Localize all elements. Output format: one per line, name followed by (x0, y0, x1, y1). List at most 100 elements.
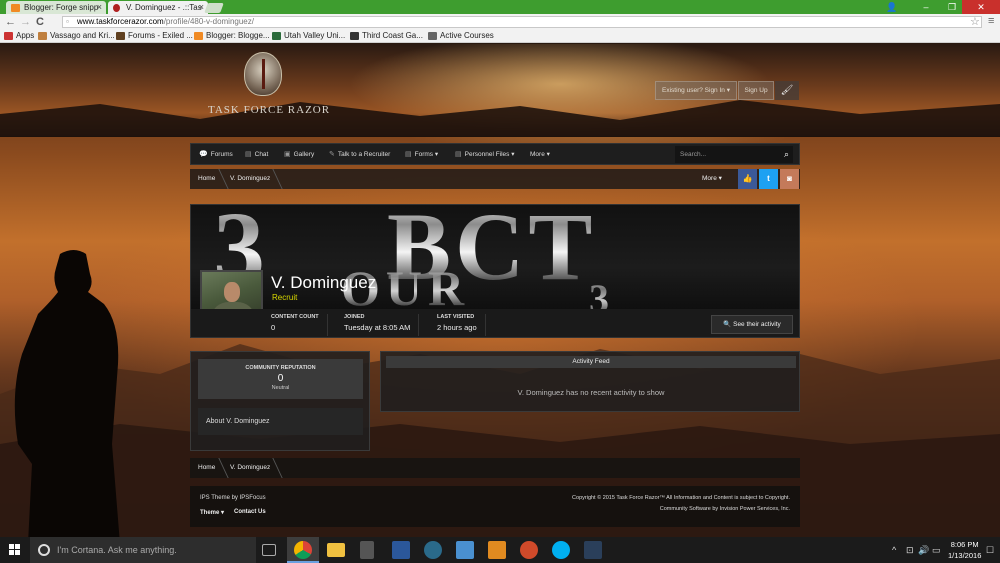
bookmark-star-icon[interactable]: ☆ (970, 15, 980, 28)
soldier-silhouette (14, 250, 120, 537)
site-footer: IPS Theme by IPSFocus Theme ▾ Contact Us… (190, 486, 800, 527)
maximize-button[interactable]: ❐ (940, 0, 964, 14)
app-icon-blue[interactable] (456, 541, 474, 559)
bookmark-item[interactable]: Blogger: Blogge... (194, 31, 270, 40)
nav-label: Personnel Files ▾ (464, 151, 515, 158)
nav-more[interactable]: More ▾ (530, 144, 550, 166)
nav-gallery[interactable]: ▣ Gallery (284, 144, 314, 166)
instagram-icon[interactable]: ◙ (780, 169, 799, 189)
cortana-icon (38, 544, 50, 556)
bookmarks-bar: Apps Vassago and Kri... Forums - Exiled … (0, 30, 1000, 43)
page-info-icon[interactable]: ▫ (66, 17, 69, 27)
tab-label: Blogger: Forge snipp (24, 3, 99, 12)
bookmark-item[interactable]: Third Coast Ga... (350, 31, 423, 40)
nav-talk-to-recruiter[interactable]: ✎ Talk to a Recruiter (329, 144, 390, 166)
nav-forms[interactable]: ▤ Forms ▾ (405, 144, 438, 166)
bookmark-label: Active Courses (440, 31, 494, 40)
bookmark-item[interactable]: Active Courses (428, 31, 494, 40)
address-toolbar: ← → C ▫ www.taskforcerazor.com/profile/4… (0, 14, 1000, 30)
bookmark-label: Vassago and Kri... (50, 31, 115, 40)
volume-icon[interactable]: 🔊 (918, 537, 929, 563)
word-icon[interactable] (392, 541, 410, 559)
site-logo-emblem[interactable] (244, 52, 282, 96)
back-icon[interactable]: ← (5, 16, 16, 28)
search-input[interactable]: Search... ⌕ (675, 146, 793, 163)
theme-credit[interactable]: IPS Theme by IPSFocus (200, 495, 266, 501)
minimize-button[interactable]: – (914, 0, 938, 14)
site-logo-text[interactable]: TASK FORCE RAZOR (208, 104, 330, 116)
app-icon-swirl[interactable] (424, 541, 442, 559)
stat-last-visited: LAST VISITED 2 hours ago (437, 314, 486, 336)
nav-chat[interactable]: ▤ Chat (245, 144, 268, 166)
contact-us-link[interactable]: Contact Us (234, 509, 266, 515)
blogger-icon (11, 4, 20, 12)
bookmark-label: Blogger: Blogge... (206, 31, 270, 40)
profile-icon[interactable]: 👤 (880, 0, 904, 14)
chat-icon: ▤ (245, 151, 252, 158)
steam-icon[interactable] (584, 541, 602, 559)
breadcrumb-bottom: Home V. Dominguez (190, 458, 800, 478)
more-menu-button[interactable]: More ▾ (702, 169, 722, 189)
cortana-search[interactable]: I'm Cortana. Ask me anything. (30, 537, 256, 563)
software-credit[interactable]: Community Software by Invision Power Ser… (660, 506, 790, 512)
task-view-icon[interactable] (262, 544, 276, 556)
search-icon[interactable]: ⌕ (784, 146, 789, 163)
forward-icon[interactable]: → (20, 16, 31, 28)
facebook-icon[interactable]: 👍 (738, 169, 757, 189)
stat-value: 2 hours ago (437, 323, 477, 332)
tab-close-icon[interactable]: × (97, 2, 102, 12)
see-activity-button[interactable]: 🔍 See their activity (711, 315, 793, 334)
browser-menu-icon[interactable]: ≡ (988, 15, 994, 27)
bookmark-icon (116, 32, 125, 40)
keyboard-icon[interactable]: ▭ (932, 537, 941, 563)
blogger-icon (194, 32, 203, 40)
breadcrumb-profile[interactable]: V. Dominguez (230, 458, 270, 478)
browser-tab-profile[interactable]: V. Dominguez - .::Tas × (108, 1, 208, 14)
nav-label: Talk to a Recruiter (337, 151, 391, 158)
twitter-icon[interactable]: t (759, 169, 778, 189)
skype-icon[interactable] (552, 541, 570, 559)
new-tab-button[interactable] (204, 3, 224, 13)
feed-title: Activity Feed (386, 356, 796, 368)
nav-label: Forms ▾ (414, 151, 439, 158)
tab-close-icon[interactable]: × (199, 2, 204, 12)
browser-tab-blogger[interactable]: Blogger: Forge snipp × (6, 1, 106, 14)
bookmark-icon (350, 32, 359, 40)
breadcrumb: Home V. Dominguez More ▾ 👍 t ◙ (190, 169, 800, 189)
notifications-icon[interactable]: ☐ (986, 537, 994, 563)
bookmark-item[interactable]: Forums - Exiled ... (116, 31, 193, 40)
reputation-status: Neutral (271, 385, 290, 391)
bookmark-icon (272, 32, 281, 40)
bookmark-item[interactable]: Vassago and Kri... (38, 31, 115, 40)
bookmark-apps[interactable]: Apps (4, 31, 34, 40)
sign-in-button[interactable]: Existing user? Sign In ▾ (655, 81, 737, 100)
breadcrumb-profile[interactable]: V. Dominguez (230, 169, 270, 189)
url-path: /profile/480-v-dominguez/ (163, 17, 254, 26)
tray-overflow-icon[interactable]: ^ (892, 537, 896, 563)
media-player-icon[interactable] (488, 541, 506, 559)
theme-selector-link[interactable]: Theme ▾ (200, 509, 224, 516)
start-button[interactable] (0, 537, 30, 563)
url-host: www.taskforcerazor.com (77, 17, 164, 26)
theme-brush-icon[interactable]: 🖌 (775, 81, 799, 100)
chrome-icon[interactable] (294, 541, 312, 559)
reload-icon[interactable]: C (36, 16, 44, 28)
about-user-link[interactable]: About V. Dominguez (198, 408, 363, 435)
profile-sidebar: COMMUNITY REPUTATION 0 Neutral About V. … (190, 351, 370, 451)
apps-icon (4, 32, 13, 40)
close-window-button[interactable]: ✕ (962, 0, 1000, 14)
tab-label: V. Dominguez - .::Tas (126, 3, 202, 12)
windows-logo-icon (9, 544, 21, 556)
app-icon-red[interactable] (520, 541, 538, 559)
url-bar[interactable]: ▫ www.taskforcerazor.com/profile/480-v-d… (62, 16, 982, 28)
network-icon[interactable]: ⊡ (906, 537, 914, 563)
sign-up-button[interactable]: Sign Up (738, 81, 774, 100)
system-clock[interactable]: 8:06 PM 1/13/2016 (948, 539, 981, 561)
stat-value: 0 (271, 323, 276, 332)
nav-forums[interactable]: 💬 Forums (199, 144, 233, 166)
header-mountains (0, 100, 1000, 137)
nav-personnel-files[interactable]: ▤ Personnel Files ▾ (455, 144, 515, 166)
file-explorer-icon[interactable] (327, 543, 345, 557)
calculator-icon[interactable] (360, 541, 374, 559)
bookmark-item[interactable]: Utah Valley Uni... (272, 31, 345, 40)
